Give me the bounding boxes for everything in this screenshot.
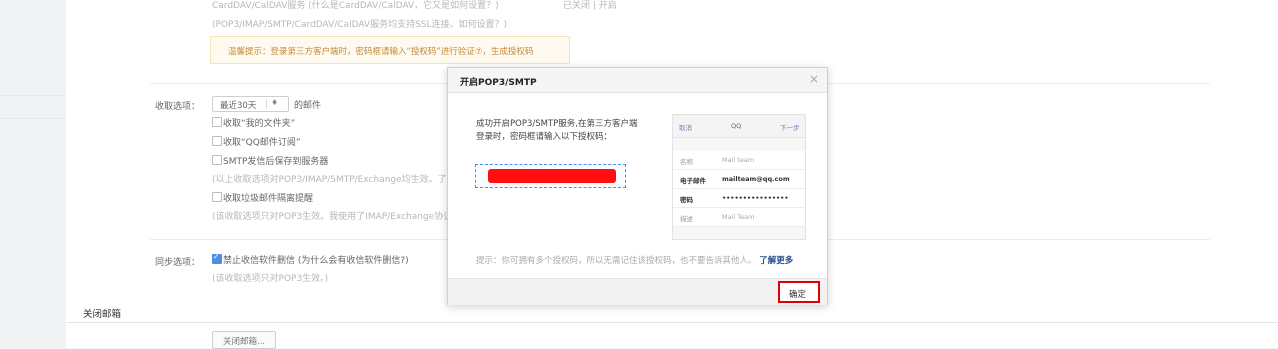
- select-separator: [266, 99, 267, 109]
- authorization-code-box[interactable]: [475, 164, 626, 188]
- phone-row-value: mailteam@qq.com: [722, 175, 790, 183]
- my-folders-label: 收取“我的文件夹”: [223, 119, 296, 129]
- pop3-smtp-dialog: 开启POP3/SMTP × 成功开启POP3/SMTP服务,在第三方客户端 登录…: [447, 67, 828, 305]
- dialog-message-line: 登录时，密码框请输入以下授权码：: [476, 132, 613, 142]
- phone-row-label: 描述: [680, 215, 693, 223]
- dialog-title: 开启POP3/SMTP: [460, 78, 537, 88]
- smtp-save-checkbox[interactable]: [212, 155, 222, 165]
- phone-row: 密码 ••••••••••••••••: [673, 189, 805, 208]
- phone-row-label: 电子邮件: [680, 177, 706, 185]
- sync-note: (该收取选项只对POP3生效。): [212, 274, 329, 284]
- prevent-delete-label: 禁止收信软件删信 (为什么会有收信软件删信?): [223, 256, 409, 266]
- carddav-service-text: CardDAV/CalDAV服务 (什么是CardDAV/CalDAV，它又是如…: [212, 1, 499, 11]
- phone-cancel: 取消: [679, 124, 692, 132]
- receive-note: (以上收取选项对POP3/IMAP/SMTP/Exchange均生效。了: [212, 175, 447, 185]
- left-sidebar: [0, 0, 67, 348]
- dialog-hint-text: 提示：你可拥有多个授权码，所以无需记住该授权码，也不要告诉其他人。: [476, 256, 757, 266]
- sync-options-label: 同步选项：: [155, 258, 201, 268]
- sidebar-divider: [0, 118, 66, 119]
- phone-header: 取消 QQ 下一步: [673, 115, 805, 138]
- dialog-footer: [448, 278, 827, 305]
- smtp-save-label: SMTP发信后保存到服务器: [223, 157, 329, 167]
- tip-box: 温馨提示：登录第三方客户端时，密码框请输入“授权码”进行验证⑦，生成授权码: [210, 36, 570, 64]
- dialog-header: 开启POP3/SMTP ×: [448, 68, 827, 93]
- ssl-note: (POP3/IMAP/SMTP/CardDAV/CalDAV服务均支持SSL连接…: [212, 20, 508, 30]
- dialog-message: 成功开启POP3/SMTP服务,在第三方客户端 登录时，密码框请输入以下授权码：: [476, 118, 637, 144]
- phone-next: 下一步: [780, 124, 800, 132]
- junk-reminder-checkbox[interactable]: [212, 192, 222, 202]
- close-mailbox-button[interactable]: 关闭邮箱...: [212, 331, 276, 349]
- phone-row: 描述 Mail Team: [673, 208, 805, 227]
- select-arrow-icon: ♦: [271, 98, 279, 107]
- qq-subscription-label: 收取“QQ邮件订阅”: [223, 138, 301, 148]
- learn-more-link[interactable]: 了解更多: [759, 256, 793, 266]
- phone-row-label: 名称: [680, 158, 693, 166]
- receive-options-label: 收取选项：: [155, 102, 201, 112]
- receive-period-select[interactable]: 最近30天 ♦: [212, 96, 289, 112]
- my-folders-checkbox[interactable]: [212, 117, 222, 127]
- phone-row-value: Mail team: [722, 156, 755, 164]
- phone-row-label: 密码: [680, 196, 693, 204]
- tip-text[interactable]: 温馨提示：登录第三方客户端时，密码框请输入“授权码”进行验证⑦，生成授权码: [228, 45, 533, 57]
- prevent-delete-checkbox[interactable]: [212, 252, 222, 264]
- confirm-button-label: 确定: [789, 290, 807, 300]
- close-icon[interactable]: ×: [809, 72, 819, 86]
- phone-row: 电子邮件 mailteam@qq.com: [673, 170, 805, 189]
- close-mailbox-button-label: 关闭邮箱...: [223, 337, 266, 347]
- carddav-service-status[interactable]: 已关闭 | 开启: [563, 0, 617, 11]
- confirm-button[interactable]: 确定: [778, 281, 820, 303]
- phone-row-value: ••••••••••••••••: [722, 194, 789, 202]
- phone-row-value: Mail Team: [722, 213, 755, 221]
- dialog-hint: 提示：你可拥有多个授权码，所以无需记住该授权码，也不要告诉其他人。 了解更多: [476, 254, 793, 266]
- receive-period-suffix: 的邮件: [294, 101, 322, 111]
- authorization-code-redacted: [488, 169, 616, 183]
- phone-title: QQ: [731, 122, 742, 130]
- receive-period-value: 最近30天: [220, 101, 257, 111]
- sidebar-divider: [0, 95, 66, 96]
- client-config-illustration: 取消 QQ 下一步 名称 Mail team 电子邮件 mailteam@qq.…: [672, 114, 806, 240]
- junk-reminder-label: 收取垃圾邮件隔离提醒: [223, 194, 314, 204]
- section-divider: [66, 322, 1278, 323]
- dialog-message-line: 成功开启POP3/SMTP服务,在第三方客户端: [476, 119, 638, 129]
- qq-subscription-checkbox[interactable]: [212, 136, 222, 146]
- phone-row: 名称 Mail team: [673, 151, 805, 170]
- junk-note: (该收取选项只对POP3生效。我使用了IMAP/Exchange协议: [212, 212, 453, 222]
- close-mailbox-title: 关闭邮箱: [83, 309, 122, 320]
